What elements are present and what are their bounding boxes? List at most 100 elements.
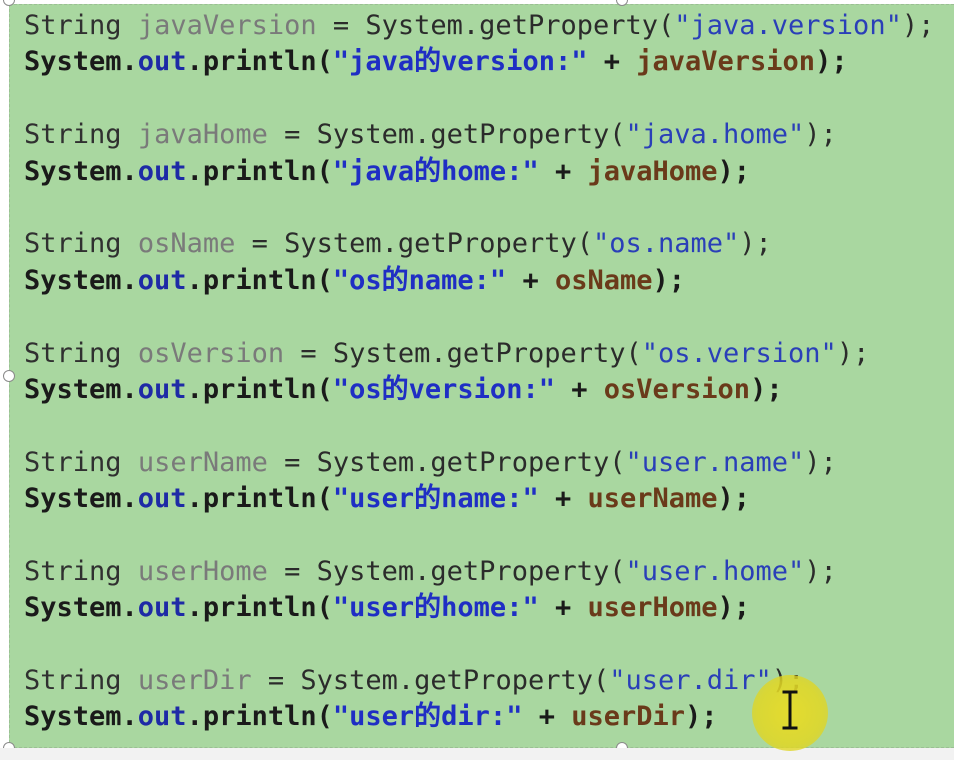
println-call: .println( <box>186 592 333 624</box>
plus-operator: + <box>554 373 604 405</box>
string-literal: "user的name:" <box>332 483 539 515</box>
variable-reference: osName <box>554 264 653 296</box>
statement-end: ); <box>739 228 772 260</box>
out-field: out <box>137 701 187 733</box>
out-field: out <box>137 46 187 78</box>
type-keyword: String <box>24 555 122 587</box>
code-line-print: System.out.println("user的home:" + userHo… <box>24 590 934 626</box>
string-literal: "os的version:" <box>332 373 555 405</box>
code-line-print: System.out.println("java的version:" + jav… <box>24 44 934 80</box>
variable-reference: osVersion <box>603 373 751 405</box>
variable-name: userHome <box>137 555 268 587</box>
statement-end: ); <box>804 555 837 587</box>
out-field: out <box>137 483 187 515</box>
code-block[interactable]: String javaVersion = System.getProperty(… <box>24 8 934 736</box>
string-literal: "user.dir" <box>609 665 772 697</box>
variable-reference: userName <box>587 483 718 515</box>
code-line-print: System.out.println("user的name:" + userNa… <box>24 481 934 517</box>
variable-name: javaHome <box>137 119 268 151</box>
string-literal: "java.version" <box>674 10 902 41</box>
statement-end: ); <box>717 592 751 624</box>
code-line-declaration: String javaVersion = System.getProperty(… <box>24 8 934 44</box>
system-class: System. <box>24 264 138 296</box>
string-literal: "java.home" <box>625 119 805 151</box>
string-literal: "user.home" <box>625 555 805 587</box>
out-field: out <box>137 264 187 296</box>
out-field: out <box>137 155 187 187</box>
string-literal: "os.name" <box>592 228 740 260</box>
system-class: System. <box>24 46 138 78</box>
statement-end: ); <box>901 10 935 41</box>
string-literal: "os的name:" <box>332 264 507 296</box>
type-keyword: String <box>24 337 122 369</box>
println-call: .println( <box>186 373 333 405</box>
type-keyword: String <box>24 228 122 260</box>
code-line-declaration: String userName = System.getProperty("us… <box>24 445 934 481</box>
code-line-declaration: String userHome = System.getProperty("us… <box>24 554 934 590</box>
out-field: out <box>137 373 187 405</box>
variable-name: osName <box>137 228 236 260</box>
system-class: System. <box>24 701 138 733</box>
println-call: .println( <box>186 264 333 296</box>
type-keyword: String <box>24 665 122 697</box>
code-line-print: System.out.println("os的name:" + osName); <box>24 263 934 299</box>
variable-reference: userDir <box>571 701 686 733</box>
variable-name: javaVersion <box>137 10 317 41</box>
statement-end: ); <box>836 337 870 369</box>
method-call: = System.getProperty( <box>267 119 626 151</box>
slide-stage: String javaVersion = System.getProperty(… <box>0 0 954 760</box>
string-literal: "user.name" <box>625 446 805 478</box>
variable-name: userDir <box>137 665 252 697</box>
out-field: out <box>137 592 187 624</box>
plus-operator: + <box>538 592 588 624</box>
method-call: = System.getProperty( <box>251 665 610 697</box>
system-class: System. <box>24 592 138 624</box>
variable-reference: javaVersion <box>636 46 816 78</box>
variable-reference: userHome <box>587 592 718 624</box>
println-call: .println( <box>186 46 333 78</box>
string-literal: "user的dir:" <box>332 701 523 733</box>
statement-end: ); <box>804 119 837 151</box>
type-keyword: String <box>24 10 122 41</box>
system-class: System. <box>24 483 138 515</box>
method-call: = System.getProperty( <box>316 10 675 41</box>
string-literal: "user的home:" <box>332 592 539 624</box>
plus-operator: + <box>538 483 588 515</box>
println-call: .println( <box>186 483 333 515</box>
statement-end: ); <box>652 264 686 296</box>
system-class: System. <box>24 373 138 405</box>
plus-operator: + <box>587 46 637 78</box>
statement-end: ); <box>815 46 848 78</box>
plus-operator: + <box>538 155 588 187</box>
variable-name: osVersion <box>137 337 285 369</box>
method-call: = System.getProperty( <box>284 337 642 369</box>
code-line-declaration: String osVersion = System.getProperty("o… <box>24 336 934 372</box>
code-line-print: System.out.println("java的home:" + javaHo… <box>24 154 934 190</box>
string-literal: "java的home:" <box>332 155 539 187</box>
statement-end: ); <box>685 701 718 733</box>
println-call: .println( <box>186 155 333 187</box>
code-line-declaration: String javaHome = System.getProperty("ja… <box>24 117 934 153</box>
statement-end: ); <box>750 373 783 405</box>
variable-name: userName <box>137 446 268 478</box>
statement-end: ); <box>717 483 751 515</box>
method-call: = System.getProperty( <box>267 555 626 587</box>
code-line-declaration: String osName = System.getProperty("os.n… <box>24 226 934 262</box>
slide-bottom-margin <box>0 748 954 760</box>
type-keyword: String <box>24 119 122 151</box>
i-beam-cursor-icon <box>782 690 798 730</box>
println-call: .println( <box>186 701 333 733</box>
system-class: System. <box>24 155 138 187</box>
method-call: = System.getProperty( <box>267 446 626 478</box>
string-literal: "java的version:" <box>332 46 588 78</box>
statement-end: ); <box>804 446 837 478</box>
statement-end: ); <box>717 155 751 187</box>
resize-handle-left-middle[interactable] <box>3 370 15 382</box>
code-line-print: System.out.println("os的version:" + osVer… <box>24 372 934 408</box>
